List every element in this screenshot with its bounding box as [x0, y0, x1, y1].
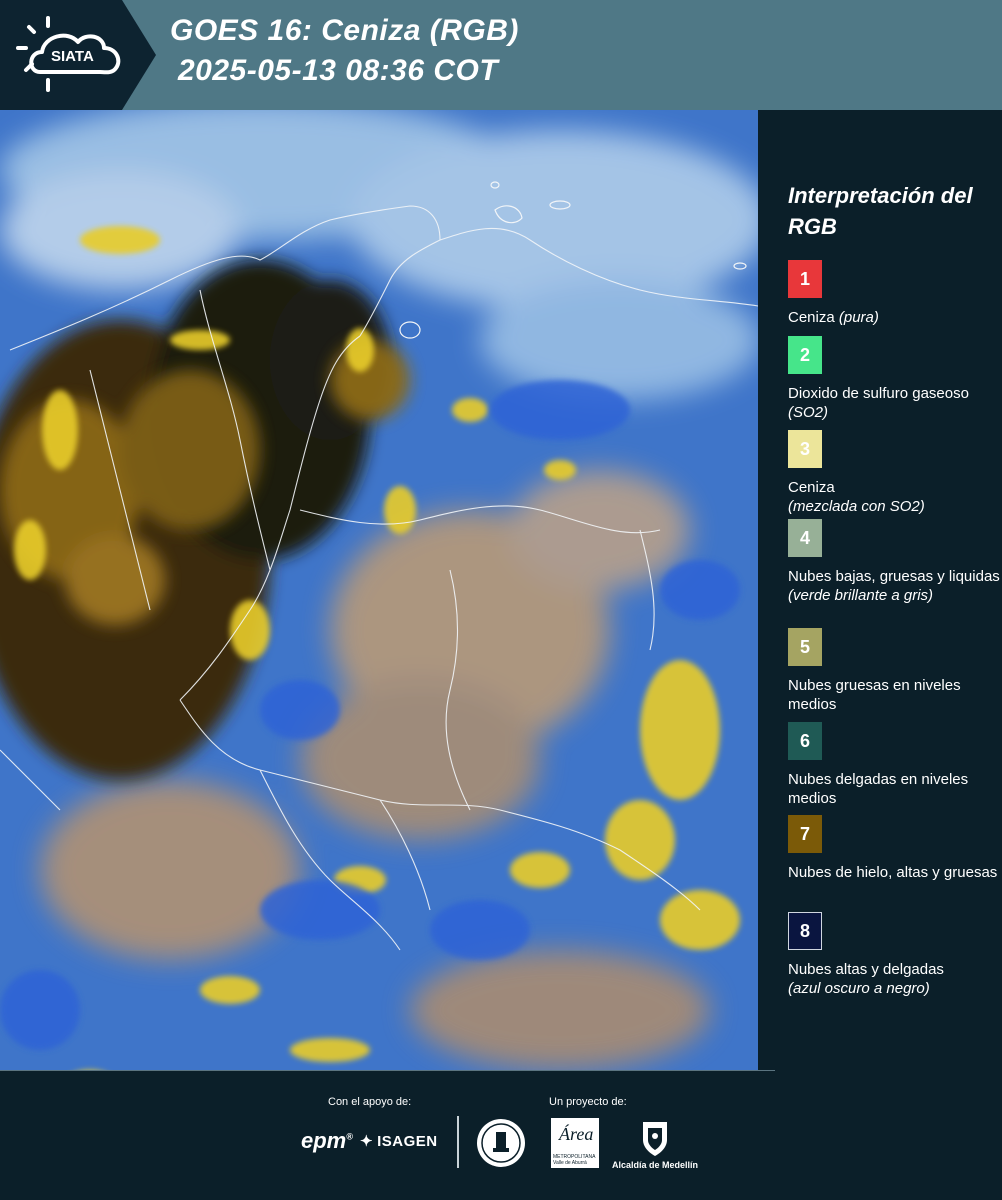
area-metropolitana-logo: Área METROPOLITANA Valle de Aburrá [551, 1118, 599, 1168]
legend-swatch: 6 [788, 722, 822, 760]
support-caption: Con el apoyo de: [328, 1096, 412, 1108]
legend-swatch: 5 [788, 628, 822, 666]
isagen-star-icon: ✦ [360, 1133, 374, 1150]
medellin-coat-of-arms-icon [643, 1122, 667, 1156]
legend-swatch: 1 [788, 260, 822, 298]
legend-label: Nubes altas y delgadas (azul oscuro a ne… [788, 961, 944, 997]
legend-swatch: 3 [788, 430, 822, 468]
isagen-logo: ✦ ISAGEN [360, 1133, 438, 1150]
satellite-map [0, 110, 758, 1070]
legend-swatch: 4 [788, 519, 822, 557]
project-caption: Un proyecto de: [549, 1096, 627, 1108]
siata-logo-shape: SIATA [0, 0, 156, 110]
legend-label: Ceniza (mezclada con SO2) [788, 479, 925, 515]
university-seal-icon [477, 1119, 525, 1167]
footer: Con el apoyo de: Un proyecto de: epm® ✦ I… [0, 1070, 1002, 1200]
siata-logo-text: SIATA [51, 48, 94, 65]
legend-swatch: 8 [788, 912, 822, 950]
legend-label: Nubes delgadas en niveles medios [788, 771, 969, 807]
siata-logo: SIATA [0, 0, 158, 110]
legend-label: Dioxido de sulfuro gaseoso (SO2) [788, 385, 969, 421]
epm-logo: epm® [301, 1128, 353, 1153]
legend-label: Nubes bajas, gruesas y liquidas (verde b… [788, 568, 1000, 604]
footer-divider-line [0, 1070, 775, 1071]
legend-label: Ceniza (pura) [788, 309, 879, 326]
satellite-image [0, 110, 758, 1070]
image-timestamp: 2025-05-13 08:36 COT [178, 54, 499, 87]
product-title: GOES 16: Ceniza (RGB) [170, 14, 519, 47]
header-bar: SIATA GOES 16: Ceniza (RGB) 2025-05-13 0… [0, 0, 1002, 110]
legend-panel: Interpretación del RGB 1 Ceniza (pura) 2… [760, 110, 1002, 1068]
legend-swatch: 7 [788, 815, 822, 853]
legend-swatch: 2 [788, 336, 822, 374]
legend-label: Nubes gruesas en niveles medios [788, 677, 961, 713]
legend-title: Interpretación del RGB [788, 183, 973, 239]
medellin-logo-text: Alcaldía de Medellín [612, 1160, 699, 1170]
legend-label: Nubes de hielo, altas y gruesas [788, 864, 998, 881]
footer-vertical-divider [457, 1116, 459, 1168]
